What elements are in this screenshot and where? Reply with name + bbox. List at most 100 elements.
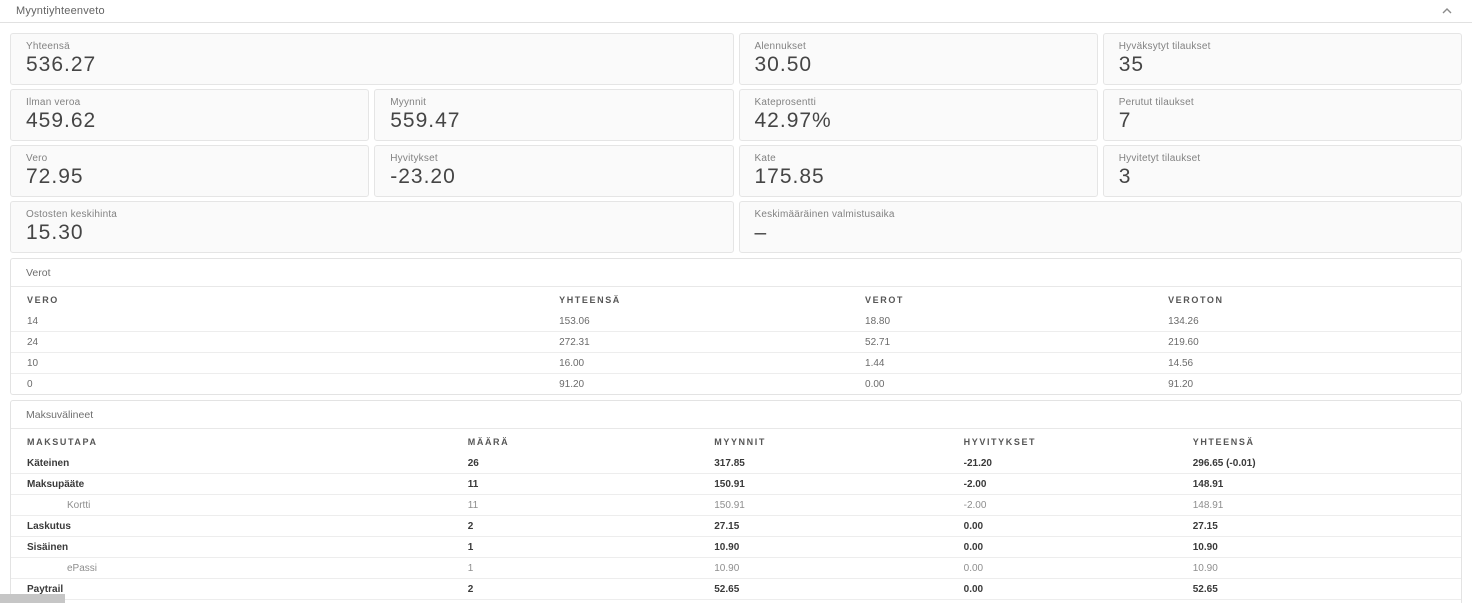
horizontal-scrollbar-thumb[interactable] [0,594,65,603]
stat-value: 175.85 [755,165,1082,189]
table-cell: 0.00 [964,558,1193,579]
table-cell: 2 [468,579,715,600]
stats-grid: Yhteensä 536.27 Alennukset 30.50 Hyväksy… [10,33,1462,253]
stat-label: Hyväksytyt tilaukset [1119,41,1446,52]
stat-card: Myynnit 559.47 [374,89,733,141]
stat-card: Alennukset 30.50 [739,33,1098,85]
table-row: 091.200.0091.20 [11,374,1461,395]
table-cell: 272.31 [559,332,865,353]
table-cell: 2 [468,516,715,537]
stat-value: 15.30 [26,221,718,245]
column-header: YHTEENSÄ [559,287,865,311]
stat-card: Vero 72.95 [10,145,369,197]
table-cell: 10.90 [1193,537,1461,558]
stat-value: -23.20 [390,165,717,189]
stat-value: 7 [1119,109,1446,133]
table-cell: 14.56 [1168,353,1461,374]
page-title: Myyntiyhteenveto [16,5,105,17]
table-cell: 1 [468,537,715,558]
table-cell: 27.15 [714,516,963,537]
table-row: Nordea252.650.0052.65 [11,600,1461,603]
stat-label: Yhteensä [26,41,718,52]
table-cell: 2 [468,600,715,603]
table-cell: 150.91 [714,474,963,495]
table-cell: Nordea [11,600,468,603]
table-row: ePassi110.900.0010.90 [11,558,1461,579]
table-row: 24272.3152.71219.60 [11,332,1461,353]
stat-card: Ostosten keskihinta 15.30 [10,201,734,253]
table-cell: 10 [11,353,559,374]
stat-label: Perutut tilaukset [1119,97,1446,108]
stat-card: Yhteensä 536.27 [10,33,734,85]
table-row: 1016.001.4414.56 [11,353,1461,374]
table-cell: -21.20 [964,453,1193,474]
column-header: MYYNNIT [714,429,963,453]
stat-value: 3 [1119,165,1446,189]
table-row: Sisäinen110.900.0010.90 [11,537,1461,558]
table-cell: 18.80 [865,311,1168,332]
table-cell: Maksupääte [11,474,468,495]
stat-value: 30.50 [755,53,1082,77]
stat-label: Kate [755,153,1082,164]
table-cell: Kortti [11,495,468,516]
stat-label: Kateprosentti [755,97,1082,108]
column-header: VEROTON [1168,287,1461,311]
table-cell: 0.00 [865,374,1168,395]
stat-value: 72.95 [26,165,353,189]
stat-value: 559.47 [390,109,717,133]
stat-label: Vero [26,153,353,164]
table-cell: 26 [468,453,715,474]
table-cell: -2.00 [964,474,1193,495]
table-cell: ePassi [11,558,468,579]
table-cell: 0 [11,374,559,395]
table-cell: 10.90 [714,537,963,558]
table-cell: 148.91 [1193,474,1461,495]
column-header: VERO [11,287,559,311]
stat-value: 35 [1119,53,1446,77]
table-cell: 148.91 [1193,495,1461,516]
stat-label: Hyvitykset [390,153,717,164]
table-cell: 52.65 [1193,579,1461,600]
table-cell: 150.91 [714,495,963,516]
table-cell: 0.00 [964,516,1193,537]
stat-card: Kateprosentti 42.97% [739,89,1098,141]
stat-label: Hyvitetyt tilaukset [1119,153,1446,164]
table-row: Käteinen26317.85-21.20296.65 (-0.01) [11,453,1461,474]
column-header: MAKSUTAPA [11,429,468,453]
stat-label: Alennukset [755,41,1082,52]
table-cell: 317.85 [714,453,963,474]
table-cell: 296.65 (-0.01) [1193,453,1461,474]
table-row: Maksupääte11150.91-2.00148.91 [11,474,1461,495]
table-cell: 153.06 [559,311,865,332]
table-cell: 11 [468,474,715,495]
stat-label: Keskimääräinen valmistusaika [755,209,1447,220]
table-row: Kortti11150.91-2.00148.91 [11,495,1461,516]
column-header: HYVITYKSET [964,429,1193,453]
table-cell: 52.65 [714,600,963,603]
stat-card: Ilman veroa 459.62 [10,89,369,141]
table-cell: -2.00 [964,495,1193,516]
table-cell: 11 [468,495,715,516]
table-cell: 0.00 [964,537,1193,558]
table-cell: Laskutus [11,516,468,537]
table-cell: 52.65 [1193,600,1461,603]
table-cell: 91.20 [1168,374,1461,395]
taxes-table: VEROYHTEENSÄVEROTVEROTON 14153.0618.8013… [11,287,1461,394]
column-header: VEROT [865,287,1168,311]
collapse-section-button[interactable] [1438,3,1456,19]
table-cell: 52.65 [714,579,963,600]
table-cell: 134.26 [1168,311,1461,332]
taxes-card: Verot VEROYHTEENSÄVEROTVEROTON 14153.061… [10,258,1462,395]
table-row: Laskutus227.150.0027.15 [11,516,1461,537]
table-cell: Paytrail [11,579,468,600]
stat-value: – [755,221,1447,245]
payment-methods-card: Maksuvälineet MAKSUTAPAMÄÄRÄMYYNNITHYVIT… [10,400,1462,603]
table-row: 14153.0618.80134.26 [11,311,1461,332]
stat-card: Kate 175.85 [739,145,1098,197]
payment-methods-header-row: MAKSUTAPAMÄÄRÄMYYNNITHYVITYKSETYHTEENSÄ [11,429,1461,453]
stat-card: Keskimääräinen valmistusaika – [739,201,1463,253]
chevron-up-icon [1442,8,1452,14]
stat-card: Hyvitykset -23.20 [374,145,733,197]
table-cell: 10.90 [1193,558,1461,579]
table-cell: 10.90 [714,558,963,579]
